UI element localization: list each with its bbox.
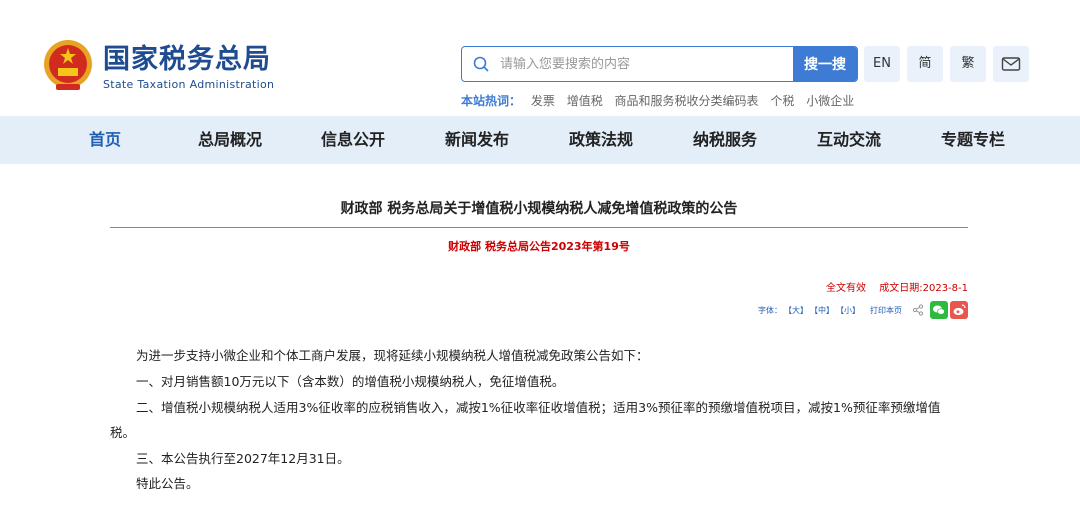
nav-item-interaction[interactable]: 互动交流 — [817, 116, 881, 164]
font-size-label: 字体： — [758, 305, 782, 315]
hot-words-label: 本站热词： — [461, 94, 522, 108]
nav-item-topics[interactable]: 专题专栏 — [941, 116, 1005, 164]
validity-status: 全文有效 — [826, 283, 867, 294]
font-small-button[interactable]: 【小】 — [836, 305, 860, 316]
article-document-number: 财政部 税务总局公告2023年第19号 — [448, 240, 630, 253]
lang-traditional-button[interactable]: 繁 — [950, 46, 986, 82]
site-logo-title[interactable]: 国家税务总局 — [103, 44, 271, 76]
nav-item-tax-service[interactable]: 纳税服务 — [693, 116, 757, 164]
article-paragraph: 三、本公告执行至2027年12月31日。 — [136, 451, 350, 466]
lang-en-button[interactable]: EN — [864, 46, 900, 82]
nav-item-information[interactable]: 信息公开 — [321, 116, 385, 164]
mail-button[interactable] — [993, 46, 1029, 82]
hot-word-link[interactable]: 发票 — [531, 94, 555, 108]
article-paragraph: 为进一步支持小微企业和个体工商户发展，现将延续小规模纳税人增值税减免政策公告如下… — [136, 348, 649, 363]
title-divider — [110, 227, 968, 228]
article-toolbar: 字体： 【大】 【中】 【小】 打印本页 — [758, 300, 970, 320]
article-paragraph: 一、对月销售额10万元以下（含本数）的增值税小规模纳税人，免征增值税。 — [136, 374, 565, 389]
search-input[interactable] — [500, 47, 792, 81]
nav-item-home[interactable]: 首页 — [89, 116, 121, 164]
hot-word-link[interactable]: 商品和服务税收分类编码表 — [615, 94, 759, 108]
nav-item-news[interactable]: 新闻发布 — [445, 116, 509, 164]
nav-item-policy[interactable]: 政策法规 — [569, 116, 633, 164]
national-emblem-icon — [44, 40, 92, 90]
lang-simplified-button[interactable]: 简 — [907, 46, 943, 82]
site-header: 国家税务总局 State Taxation Administration 搜一搜… — [0, 0, 1080, 116]
hot-word-link[interactable]: 小微企业 — [806, 94, 854, 108]
article-paragraph-continuation: 税。 — [110, 425, 136, 440]
search-icon — [473, 56, 489, 72]
issue-date: 成文日期:2023-8-1 — [879, 283, 968, 294]
mail-icon — [1001, 57, 1021, 71]
article-title: 财政部 税务总局关于增值税小规模纳税人减免增值税政策的公告 — [340, 201, 738, 217]
article-meta: 全文有效 成文日期:2023-8-1 — [826, 279, 968, 294]
hot-word-link[interactable]: 个税 — [770, 94, 794, 108]
font-large-button[interactable]: 【大】 — [784, 305, 808, 316]
search-bar: 搜一搜 — [461, 46, 858, 82]
weibo-share-icon[interactable] — [950, 301, 968, 319]
main-nav: 首页 总局概况 信息公开 新闻发布 政策法规 纳税服务 互动交流 专题专栏 — [0, 116, 1080, 164]
nav-item-overview[interactable]: 总局概况 — [198, 116, 262, 164]
hot-words-bar: 本站热词： 发票 增值税 商品和服务税收分类编码表 个税 小微企业 — [461, 92, 862, 109]
site-logo-subtitle: State Taxation Administration — [103, 78, 275, 91]
share-icon[interactable] — [912, 304, 924, 316]
article-paragraph: 二、增值税小规模纳税人适用3%征收率的应税销售收入，减按1%征收率征收增值税；适… — [136, 400, 941, 415]
hot-word-link[interactable]: 增值税 — [567, 94, 603, 108]
search-button[interactable]: 搜一搜 — [793, 47, 857, 81]
wechat-share-icon[interactable] — [930, 301, 948, 319]
print-button[interactable]: 打印本页 — [870, 305, 902, 316]
font-medium-button[interactable]: 【中】 — [810, 305, 834, 316]
article-closing: 特此公告。 — [136, 476, 199, 491]
